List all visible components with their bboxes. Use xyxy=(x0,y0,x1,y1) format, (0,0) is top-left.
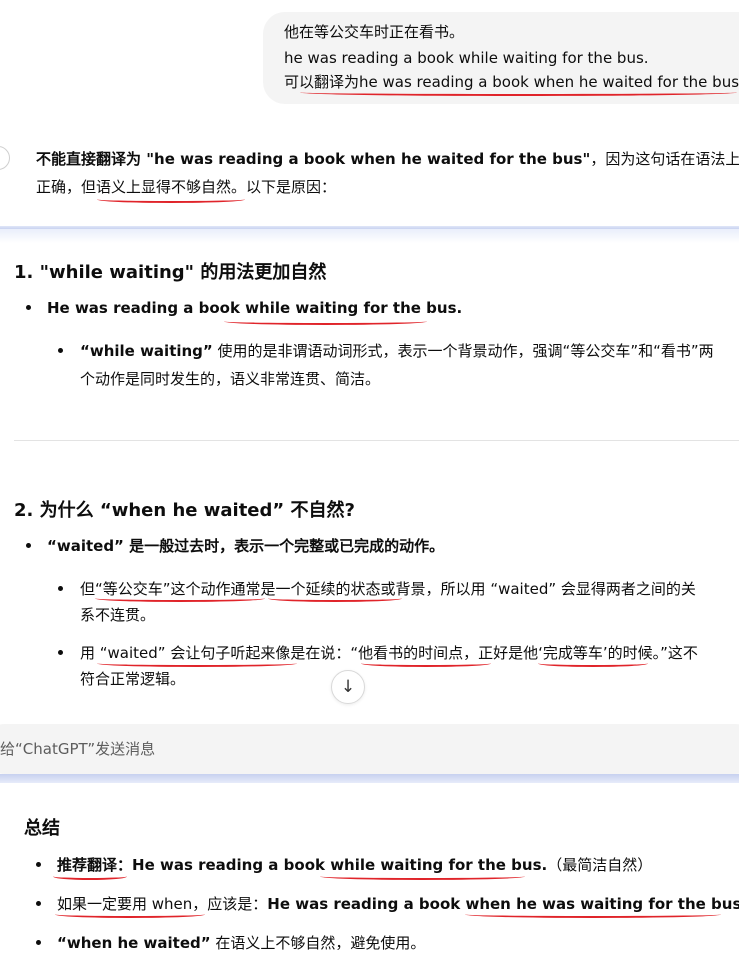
handwritten-underline xyxy=(97,196,245,203)
bullet-dot xyxy=(58,586,63,591)
reply-intro-bold: 不能直接翻译为 "he was reading a book when he w… xyxy=(36,150,591,168)
screenshot-seam xyxy=(0,774,739,783)
handwritten-underline xyxy=(361,660,491,667)
handwritten-underline xyxy=(538,660,648,667)
summary-b1-label: 推荐翻译： xyxy=(57,856,133,874)
handwritten-underline xyxy=(55,911,205,918)
handwritten-underline xyxy=(300,89,737,96)
section-2-bullet-1: “waited” 是一般过去时，表示一个完整或已完成的动作。 xyxy=(47,533,444,559)
summary-bullet-3: “when he waited” 在语义上不够自然，避免使用。 xyxy=(57,930,425,956)
section-2-heading: 2. 为什么 “when he waited” 不自然? xyxy=(14,500,355,521)
bullet-dot xyxy=(36,862,41,867)
screenshot-seam-fade xyxy=(0,229,739,243)
section-2-bullet-1-text: “waited” 是一般过去时，表示一个完整或已完成的动作。 xyxy=(47,537,445,555)
handwritten-underline xyxy=(224,318,427,325)
bullet-dot xyxy=(58,348,63,353)
section-2-sub-2-line-2: 符合正常逻辑。 xyxy=(80,670,186,688)
section-divider xyxy=(14,440,739,441)
section-1-sub-1-line-2: 个动作是同时发生的，语义非常连贯、简洁。 xyxy=(80,370,381,388)
message-input[interactable]: 给“ChatGPT”发送消息 xyxy=(0,738,155,759)
assistant-avatar-icon xyxy=(0,146,10,170)
handwritten-underline xyxy=(268,595,402,602)
arrow-down-icon: ↓ xyxy=(340,677,356,697)
summary-heading: 总结 xyxy=(24,818,60,839)
section-1-bullet-1-text: He was reading a book while waiting for … xyxy=(47,299,463,317)
handwritten-underline xyxy=(53,873,127,880)
bullet-dot xyxy=(36,901,41,906)
summary-b1-note: （最简洁自然） xyxy=(547,856,653,874)
handwritten-underline xyxy=(465,911,721,918)
reply-intro-line-1: 不能直接翻译为 "he was reading a book when he w… xyxy=(36,146,739,172)
summary-b3-bold: “when he waited” xyxy=(57,934,211,952)
bullet-dot xyxy=(26,543,31,548)
scroll-to-bottom-button[interactable]: ↓ xyxy=(331,670,365,704)
bullet-dot xyxy=(26,305,31,310)
section-1-sub-1-bold: “while waiting” xyxy=(80,342,213,360)
section-2-sub-1-line-2: 系不连贯。 xyxy=(80,606,156,624)
user-message-line-2: he was reading a book while waiting for … xyxy=(284,49,649,67)
handwritten-underline xyxy=(320,873,525,880)
section-1-heading: 1. "while waiting" 的用法更加自然 xyxy=(14,262,327,283)
section-1-sub-1-line-1: “while waiting” 使用的是非谓语动词形式，表示一个背景动作，强调“… xyxy=(80,338,714,364)
handwritten-underline xyxy=(95,595,265,602)
bullet-dot xyxy=(36,940,41,945)
bullet-dot xyxy=(58,650,63,655)
summary-b3-rest: 在语义上不够自然，避免使用。 xyxy=(210,934,426,952)
user-message-line-1: 他在等公交车时正在看书。 xyxy=(284,23,465,41)
handwritten-underline xyxy=(97,660,297,667)
reply-intro-rest: ，因为这句话在语法上虽然 xyxy=(590,150,739,168)
summary-b1-sentence: He was reading a book while waiting for … xyxy=(132,856,548,874)
section-1-sub-1-rest: 使用的是非谓语动词形式，表示一个背景动作，强调“等公交车”和“看书”两 xyxy=(212,342,714,360)
